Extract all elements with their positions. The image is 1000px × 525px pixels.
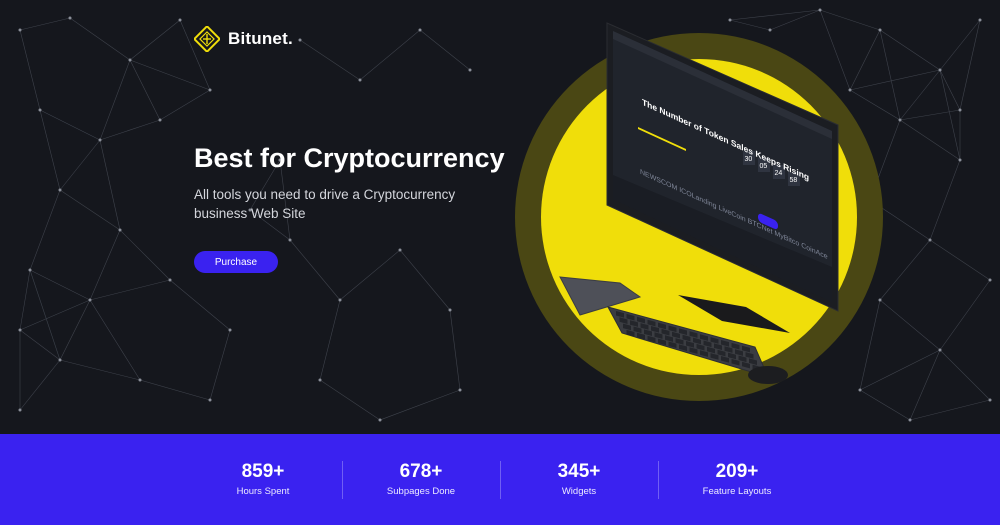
network-node — [958, 108, 962, 112]
network-node — [988, 278, 992, 282]
network-node — [468, 68, 472, 72]
mouse — [748, 366, 788, 384]
network-node — [318, 378, 322, 382]
monitor-stand — [678, 295, 790, 333]
bitunet-logo-icon — [194, 26, 220, 52]
network-node — [18, 28, 22, 32]
stat-label: Widgets — [561, 486, 597, 497]
network-node — [448, 308, 452, 312]
network-node — [208, 88, 212, 92]
network-node — [58, 358, 62, 362]
network-node — [58, 188, 62, 192]
stat-feature-layouts: 209+ Feature Layouts — [658, 461, 816, 497]
stat-label: Hours Spent — [236, 486, 290, 497]
network-node — [288, 238, 292, 242]
network-node — [208, 398, 212, 402]
network-node — [18, 408, 22, 412]
network-node — [68, 16, 72, 20]
network-node — [38, 108, 42, 112]
network-node — [378, 418, 382, 422]
stat-value: 345+ — [557, 461, 601, 482]
network-node — [908, 418, 912, 422]
computer-illustration: 30052458 The Number of Token Sales Keeps… — [559, 22, 839, 384]
stat-widgets: 345+ Widgets — [500, 461, 658, 497]
network-node — [818, 8, 822, 12]
countdown-value: 24 — [775, 170, 783, 177]
network-node — [138, 378, 142, 382]
network-node — [178, 18, 182, 22]
countdown-value: 30 — [745, 156, 753, 163]
network-node — [298, 38, 302, 42]
stat-value: 209+ — [715, 461, 759, 482]
countdown-value: 05 — [760, 163, 768, 170]
network-node — [18, 328, 22, 332]
network-node — [128, 58, 132, 62]
purchase-button[interactable]: Purchase — [194, 251, 278, 273]
network-node — [228, 328, 232, 332]
network-node — [398, 248, 402, 252]
stat-value: 859+ — [241, 461, 285, 482]
network-node — [418, 28, 422, 32]
countdown-value: 58 — [790, 177, 798, 184]
brand-name: Bitunet. — [228, 29, 293, 48]
network-node — [978, 18, 982, 22]
stat-value: 678+ — [399, 461, 443, 482]
network-node — [358, 78, 362, 82]
network-node — [118, 228, 122, 232]
hero-section: Bitunet. Best for Cryptocurrency All too… — [0, 0, 1000, 434]
network-node — [958, 158, 962, 162]
stat-subpages-done: 678+ Subpages Done — [342, 461, 500, 497]
stat-label: Feature Layouts — [702, 486, 772, 497]
network-node — [458, 388, 462, 392]
network-node — [938, 348, 942, 352]
network-node — [168, 278, 172, 282]
network-node — [98, 138, 102, 142]
network-node — [938, 68, 942, 72]
network-node — [338, 298, 342, 302]
stat-hours-spent: 859+ Hours Spent — [184, 461, 342, 497]
network-node — [158, 118, 162, 122]
network-node — [88, 298, 92, 302]
stats-band: 859+ Hours Spent 678+ Subpages Done 345+… — [0, 434, 1000, 525]
hero-subtext: All tools you need to drive a Cryptocurr… — [194, 187, 456, 221]
imac-mockup: 30 05 24 58 The Number of Token Sales Keeps… — [500, 15, 920, 415]
hero-headline: Best for Cryptocurrency — [194, 143, 505, 173]
network-node — [988, 398, 992, 402]
network-node — [928, 238, 932, 242]
trackpad — [559, 276, 642, 316]
network-node — [28, 268, 32, 272]
brand-logo[interactable]: Bitunet. — [194, 26, 293, 52]
stat-label: Subpages Done — [386, 486, 456, 497]
